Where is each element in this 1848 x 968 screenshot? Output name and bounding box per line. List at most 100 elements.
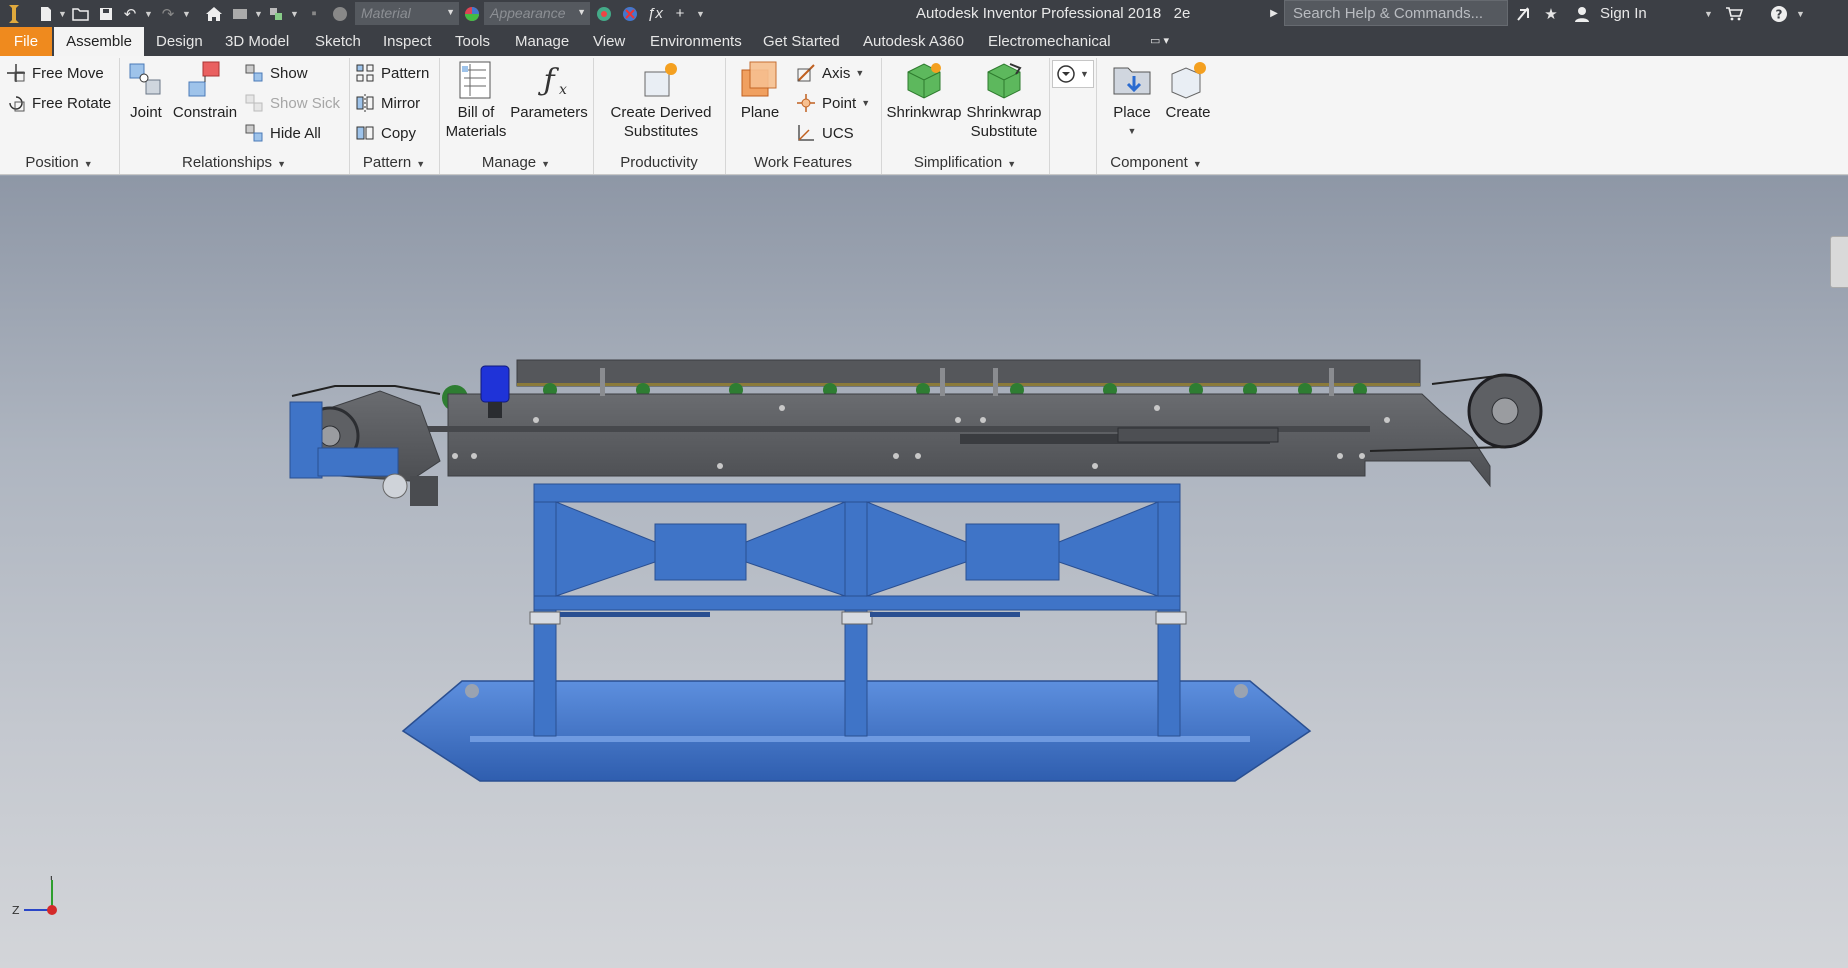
cart-icon[interactable] [1723, 0, 1745, 27]
panel-label-productivity[interactable]: Productivity [594, 154, 724, 172]
undo-icon[interactable]: ↶ [120, 0, 140, 27]
search-input[interactable]: Search Help & Commands... [1284, 0, 1508, 26]
mirror-button[interactable]: Mirror [355, 90, 420, 116]
redo-icon[interactable]: ↷ [158, 0, 178, 27]
material-combo[interactable]: Material ▼ [355, 2, 459, 25]
search-expand-icon[interactable]: ▶ [1268, 0, 1280, 27]
point-button[interactable]: Point ▼ [796, 90, 870, 116]
panel-label-simplification[interactable]: Simplification ▼ [882, 154, 1048, 172]
chevron-down-icon: ▼ [83, 159, 93, 169]
tab-3d-model[interactable]: 3D Model [225, 27, 289, 56]
graphics-viewport[interactable]: Y Z [0, 176, 1848, 968]
conveyor-model[interactable] [0, 176, 1848, 968]
shrinkwrap-substitute-button[interactable]: Shrinkwrap Substitute [964, 60, 1044, 141]
inventor-logo-icon[interactable] [4, 0, 24, 27]
panel-label-position[interactable]: Position ▼ [0, 154, 118, 172]
plane-button[interactable]: Plane [734, 60, 786, 122]
place-button[interactable]: Place ▼ [1108, 60, 1156, 141]
redo-dropdown-icon[interactable]: ▼ [182, 0, 191, 27]
select-dropdown-icon[interactable]: ▼ [290, 0, 299, 27]
save-icon[interactable] [96, 0, 116, 27]
tab-view[interactable]: View [593, 27, 625, 56]
panel-label-component[interactable]: Component ▼ [1098, 154, 1214, 172]
pattern-icon [355, 63, 375, 83]
help-dropdown-icon[interactable]: ▼ [1796, 0, 1805, 27]
update-icon[interactable] [230, 0, 250, 27]
parameters-label: Parameters [510, 104, 588, 121]
free-rotate-button[interactable]: Free Rotate [6, 90, 111, 116]
open-folder-icon[interactable] [70, 0, 92, 27]
measure-icon[interactable]: ▪ [304, 0, 324, 27]
constrain-button[interactable]: Constrain [172, 60, 238, 122]
axis-dropdown-icon[interactable]: ▼ [855, 68, 864, 78]
tab-autodesk-a360[interactable]: Autodesk A360 [863, 27, 964, 56]
material-dropdown-icon: ▼ [446, 7, 455, 17]
tab-file[interactable]: File [0, 27, 52, 56]
sign-in-dropdown-icon[interactable]: ▼ [1704, 0, 1713, 27]
bill-of-materials-button[interactable]: Bill of Materials [442, 60, 510, 141]
app-title: Autodesk Inventor Professional 2018 [916, 5, 1162, 22]
panel-label-work-features[interactable]: Work Features [726, 154, 880, 172]
circle-chevron-icon [1057, 65, 1075, 83]
ucs-button[interactable]: UCS [796, 120, 854, 146]
ribbon-display-options-icon[interactable]: ▭ ▾ [1150, 27, 1169, 56]
panel-label-relationships[interactable]: Relationships ▼ [120, 154, 348, 172]
tab-get-started[interactable]: Get Started [763, 27, 840, 56]
place-dropdown-icon[interactable]: ▼ [1108, 122, 1156, 141]
user-icon[interactable] [1572, 0, 1592, 27]
tab-environments[interactable]: Environments [650, 27, 742, 56]
shrinkwrap-substitute-label-line1: Shrinkwrap [966, 104, 1042, 121]
tab-sketch[interactable]: Sketch [315, 27, 361, 56]
help-icon[interactable]: ? [1768, 0, 1790, 27]
home-icon[interactable] [203, 0, 225, 27]
plane-label: Plane [740, 104, 780, 121]
chevron-down-icon: ▼ [1007, 159, 1017, 169]
favorites-star-icon[interactable]: ★ [1541, 0, 1561, 27]
copy-button[interactable]: Copy [355, 120, 416, 146]
show-label: Show [270, 64, 308, 82]
ucs-icon [796, 123, 816, 143]
ribbon: Free Move Free Rotate Position ▼ Joint Co… [0, 56, 1848, 175]
color-override-icon[interactable] [330, 0, 350, 27]
document-name: 2e [1173, 5, 1191, 22]
panel-label-manage[interactable]: Manage ▼ [440, 154, 592, 172]
axis-button[interactable]: Axis ▼ [796, 60, 864, 86]
undo-dropdown-icon[interactable]: ▼ [144, 0, 153, 27]
appearance-placeholder: Appearance [490, 5, 566, 21]
clear-appearance-icon[interactable] [620, 0, 640, 27]
sign-in-link[interactable]: Sign In [1600, 5, 1647, 22]
show-sick-button[interactable]: Show Sick [244, 90, 340, 116]
pattern-label: Pattern [381, 64, 430, 82]
panel-label-pattern[interactable]: Pattern ▼ [350, 154, 438, 172]
select-priority-icon[interactable] [266, 0, 286, 27]
shrinkwrap-button[interactable]: Shrinkwrap [886, 60, 962, 122]
joint-button[interactable]: Joint [124, 60, 168, 122]
tab-manage[interactable]: Manage [515, 27, 569, 56]
subscription-icon[interactable] [1513, 0, 1533, 27]
create-derived-substitutes-button[interactable]: Create Derived Substitutes [602, 60, 720, 141]
create-derived-label-line1: Create Derived [610, 104, 712, 121]
show-button[interactable]: Show [244, 60, 308, 86]
tab-inspect[interactable]: Inspect [383, 27, 431, 56]
parameters-fx-icon[interactable]: ƒx [645, 0, 665, 27]
pattern-button[interactable]: Pattern [355, 60, 429, 86]
adjust-appearance-icon[interactable] [594, 0, 614, 27]
create-component-button[interactable]: Create [1162, 60, 1214, 122]
point-dropdown-icon[interactable]: ▼ [861, 98, 870, 108]
customize-dropdown-icon[interactable]: ▼ [696, 0, 705, 27]
tab-electromechanical[interactable]: Electromechanical [988, 27, 1111, 56]
free-move-button[interactable]: Free Move [6, 60, 104, 86]
appearance-combo[interactable]: Appearance ▼ [484, 2, 590, 25]
update-dropdown-icon[interactable]: ▼ [254, 0, 263, 27]
copy-label: Copy [381, 124, 417, 142]
parameters-button[interactable]: ƒx Parameters [510, 60, 588, 122]
tab-assemble[interactable]: Assemble [54, 27, 144, 56]
plane-icon [740, 60, 780, 100]
new-file-icon[interactable] [36, 0, 56, 27]
more-tools-dropdown[interactable]: ▼ [1052, 60, 1094, 88]
tab-tools[interactable]: Tools [455, 27, 490, 56]
hide-all-button[interactable]: Hide All [244, 120, 321, 146]
tab-design[interactable]: Design [156, 27, 203, 56]
new-dropdown-icon[interactable]: ▼ [58, 0, 67, 27]
ipart-icon[interactable]: + [670, 0, 690, 27]
